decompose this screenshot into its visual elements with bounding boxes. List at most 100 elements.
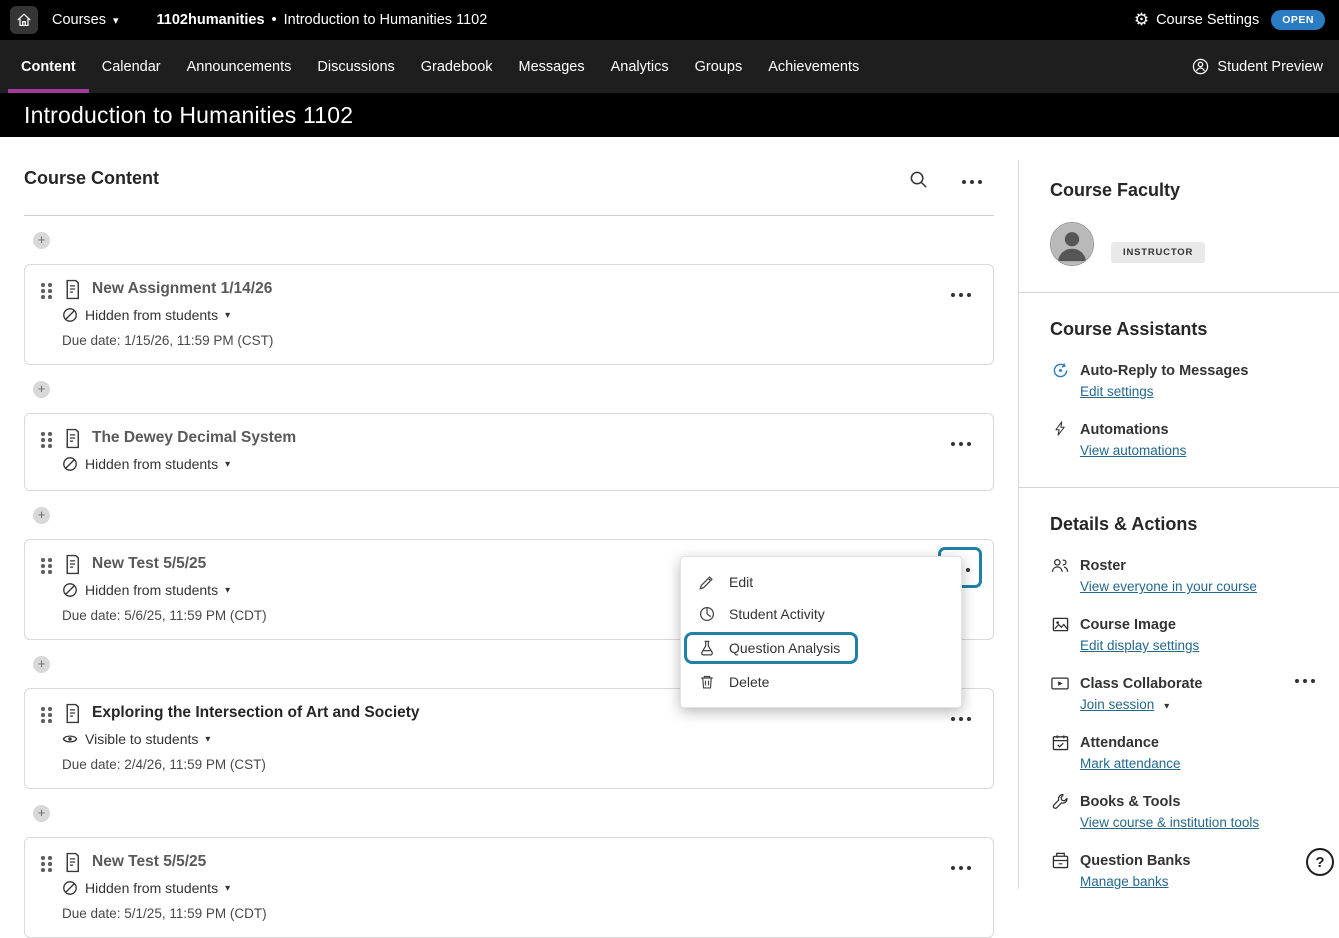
tab-content[interactable]: Content (8, 40, 89, 93)
open-badge[interactable]: OPEN (1271, 10, 1325, 30)
chevron-down-icon (225, 876, 230, 899)
item-menu-button[interactable] (947, 430, 975, 453)
view-automations-link[interactable]: View automations (1080, 443, 1186, 458)
hidden-icon (62, 582, 78, 598)
hidden-icon (62, 880, 78, 896)
menu-item-edit[interactable]: Edit (681, 566, 961, 598)
course-settings-button[interactable]: Course Settings (1134, 11, 1259, 29)
course-settings-label: Course Settings (1156, 12, 1259, 28)
chevron-down-icon (205, 727, 210, 750)
drag-handle-icon[interactable] (41, 283, 52, 299)
page-title: Introduction to Humanities 1102 (24, 102, 353, 129)
add-content-button[interactable] (33, 507, 50, 524)
content-item-title[interactable]: Exploring the Intersection of Art and So… (92, 702, 420, 724)
course-faculty-heading: Course Faculty (1050, 178, 1315, 202)
tab-announcements[interactable]: Announcements (174, 40, 305, 93)
hidden-icon (62, 307, 78, 323)
courses-dropdown[interactable]: Courses (52, 12, 119, 28)
tab-groups[interactable]: Groups (682, 40, 756, 93)
visibility-selector[interactable]: Hidden from students (62, 876, 977, 899)
menu-item-student-activity[interactable]: Student Activity (681, 598, 961, 630)
course-assistants-heading: Course Assistants (1050, 317, 1315, 341)
home-icon (16, 12, 32, 28)
document-icon (62, 703, 83, 724)
collaborate-options-button[interactable] (1295, 679, 1315, 683)
document-icon (62, 279, 83, 300)
visibility-label: Hidden from students (85, 580, 218, 600)
add-content-button[interactable] (33, 232, 50, 249)
visibility-selector[interactable]: Visible to students (62, 727, 977, 750)
visibility-label: Hidden from students (85, 305, 218, 325)
sidebar-item-title: Roster (1080, 556, 1257, 576)
tab-gradebook[interactable]: Gradebook (408, 40, 506, 93)
home-button[interactable] (10, 6, 38, 34)
search-button[interactable] (905, 166, 932, 193)
courses-label: Courses (52, 12, 106, 28)
content-item-title[interactable]: New Assignment 1/14/26 (92, 278, 272, 300)
course-sidebar: Course Faculty INSTRUCTOR Course Assista… (1018, 160, 1339, 889)
menu-item-label: Delete (729, 674, 769, 690)
visibility-label: Hidden from students (85, 454, 218, 474)
activity-icon (699, 606, 715, 622)
instructor-badge: INSTRUCTOR (1111, 242, 1205, 263)
course-image-icon (1050, 616, 1070, 656)
edit-settings-link[interactable]: Edit settings (1080, 384, 1154, 399)
content-options-button[interactable] (958, 168, 986, 191)
add-content-button[interactable] (33, 805, 50, 822)
add-content-button[interactable] (33, 656, 50, 673)
sidebar-item-automations: Automations View automations (1050, 420, 1315, 461)
chevron-down-icon (225, 578, 230, 601)
tab-discussions[interactable]: Discussions (304, 40, 407, 93)
tab-achievements[interactable]: Achievements (755, 40, 872, 93)
sidebar-divider (1019, 292, 1339, 293)
tab-messages[interactable]: Messages (506, 40, 598, 93)
breadcrumb-course-id: 1102humanities (157, 12, 265, 28)
sidebar-item-books-tools: Books & Tools View course & institution … (1050, 792, 1315, 833)
drag-handle-icon[interactable] (41, 856, 52, 872)
item-menu-button[interactable] (947, 854, 975, 877)
auto-reply-icon (1050, 362, 1070, 402)
tab-analytics[interactable]: Analytics (598, 40, 682, 93)
drag-handle-icon[interactable] (41, 707, 52, 723)
drag-handle-icon[interactable] (41, 432, 52, 448)
visibility-selector[interactable]: Hidden from students (62, 452, 977, 475)
item-menu-button[interactable] (947, 705, 975, 728)
sidebar-divider (1019, 487, 1339, 488)
student-preview-icon (1192, 58, 1209, 75)
menu-item-delete[interactable]: Delete (681, 666, 961, 698)
course-header: Introduction to Humanities 1102 (0, 93, 1339, 137)
chevron-down-icon (225, 303, 230, 326)
sidebar-item-course-image: Course Image Edit display settings (1050, 615, 1315, 656)
drag-handle-icon[interactable] (41, 558, 52, 574)
content-card-new-test-2: New Test 5/5/25 Hidden from students Due… (24, 837, 994, 938)
student-preview-label: Student Preview (1217, 59, 1323, 75)
join-session-link[interactable]: Join session (1080, 694, 1154, 715)
sidebar-item-question-banks: Question Banks Manage banks (1050, 851, 1315, 892)
help-button[interactable]: ? (1306, 848, 1334, 876)
eye-icon (62, 731, 78, 747)
lightning-icon (1050, 421, 1070, 461)
chevron-down-icon[interactable] (1164, 696, 1169, 714)
content-card-dewey-decimal: The Dewey Decimal System Hidden from stu… (24, 413, 994, 491)
tab-calendar[interactable]: Calendar (89, 40, 174, 93)
content-item-title[interactable]: New Test 5/5/25 (92, 851, 206, 873)
menu-item-question-analysis[interactable]: Question Analysis (681, 630, 961, 666)
question-banks-icon (1050, 852, 1070, 892)
mark-attendance-link[interactable]: Mark attendance (1080, 756, 1181, 771)
question-mark-icon: ? (1315, 854, 1324, 871)
instructor-avatar[interactable] (1050, 222, 1094, 266)
content-card-new-assignment: New Assignment 1/14/26 Hidden from stude… (24, 264, 994, 365)
visibility-selector[interactable]: Hidden from students (62, 303, 977, 326)
content-item-title[interactable]: New Test 5/5/25 (92, 553, 206, 575)
item-menu-button[interactable] (947, 281, 975, 304)
content-item-title[interactable]: The Dewey Decimal System (92, 427, 296, 449)
manage-banks-link[interactable]: Manage banks (1080, 874, 1169, 889)
document-icon (62, 554, 83, 575)
gear-icon (1134, 11, 1149, 29)
roster-link[interactable]: View everyone in your course (1080, 579, 1257, 594)
edit-display-settings-link[interactable]: Edit display settings (1080, 638, 1199, 653)
add-content-button[interactable] (33, 381, 50, 398)
menu-item-label: Student Activity (729, 606, 825, 622)
view-course-institution-tools-link[interactable]: View course & institution tools (1080, 815, 1259, 830)
student-preview-button[interactable]: Student Preview (1192, 40, 1323, 93)
